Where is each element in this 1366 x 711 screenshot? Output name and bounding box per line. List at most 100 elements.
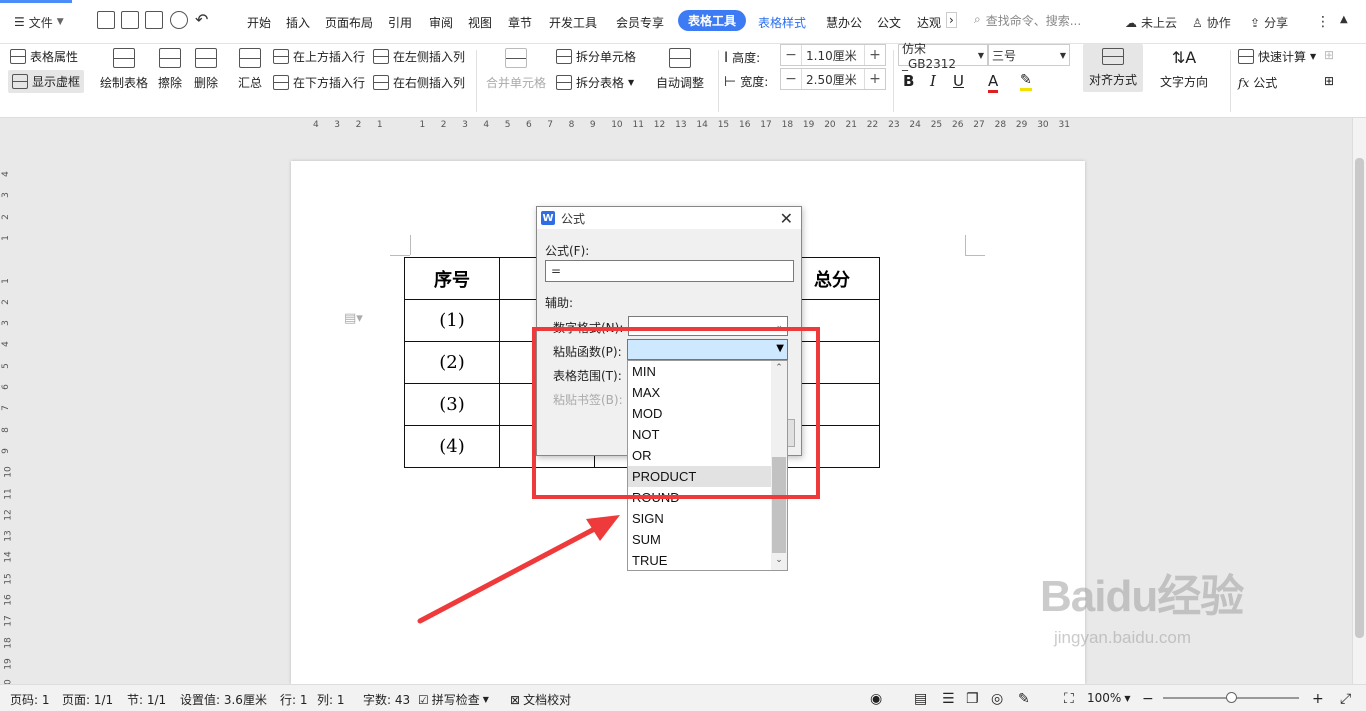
plus-icon[interactable]: + [865, 71, 885, 87]
tab-page-layout[interactable]: 页面布局 [325, 14, 373, 31]
undo-icon[interactable]: ↶ [195, 10, 208, 29]
table-cell[interactable]: (1) [404, 299, 500, 342]
quick-calc-button[interactable]: 快速计算 ▼ [1238, 48, 1316, 65]
dialog-titlebar[interactable]: W 公式 [537, 207, 801, 229]
reading-view-icon[interactable]: ❐ [966, 691, 979, 707]
show-gridlines-button[interactable]: 显示虚框 [8, 70, 85, 93]
save-icon[interactable] [97, 11, 115, 29]
font-size-select[interactable]: 三号 ▼ [988, 44, 1070, 66]
collab-button[interactable]: ♙ 协作 [1192, 14, 1231, 31]
zoom-in-icon[interactable]: + [1312, 691, 1324, 707]
more-ribbon-icon[interactable]: ⊞ [1324, 48, 1334, 62]
page-number[interactable]: 页码: 1 [10, 691, 50, 708]
tab-insert[interactable]: 插入 [286, 14, 310, 31]
web-view-icon[interactable]: ◎ [991, 691, 1003, 707]
function-option[interactable]: TRUE [628, 550, 772, 571]
underline-button[interactable]: U [953, 72, 964, 90]
spell-check-button[interactable]: ☑ 拼写检查 ▼ [418, 691, 489, 708]
hamburger-icon: ☰ [14, 15, 25, 29]
minus-icon[interactable]: − [781, 71, 801, 87]
tab-table-tools[interactable]: 表格工具 [678, 10, 747, 31]
font-family-select[interactable]: 仿宋_GB2312 ▼ [898, 42, 988, 71]
more-ribbon-icon-2[interactable]: ⊞ [1324, 74, 1334, 88]
word-count[interactable]: 字数: 43 [363, 691, 410, 708]
scrollbar-thumb[interactable] [1355, 158, 1364, 638]
collapse-ribbon-icon[interactable]: ▲ [1340, 14, 1348, 25]
scroll-down-icon[interactable]: ⌄ [771, 555, 787, 565]
tab-gongwen[interactable]: 公文 [877, 14, 901, 31]
bold-button[interactable]: B [903, 72, 914, 90]
merge-cells-button[interactable]: 合并单元格 [486, 48, 546, 91]
page-view-icon[interactable]: ▤ [914, 691, 927, 707]
plus-icon[interactable]: + [865, 47, 885, 63]
row-height-stepper[interactable]: − 1.10厘米 + [780, 44, 886, 66]
command-search[interactable]: ⌕ 查找命令、搜索... [974, 12, 1081, 29]
tab-table-style[interactable]: 表格样式 [758, 14, 806, 31]
zoom-out-icon[interactable]: − [1142, 691, 1154, 707]
preview-icon[interactable] [170, 11, 188, 29]
font-color-button[interactable]: A [988, 72, 999, 93]
minus-icon[interactable]: − [781, 47, 801, 63]
zoom-level[interactable]: 100% ▼ [1087, 691, 1130, 705]
table-properties-button[interactable]: 表格属性 [10, 48, 78, 65]
tab-chapter[interactable]: 章节 [508, 14, 532, 31]
vertical-scrollbar[interactable] [1352, 118, 1366, 684]
close-icon[interactable]: ✕ [780, 209, 793, 228]
tab-scroll-right-icon[interactable]: › [946, 12, 957, 28]
proofread-button[interactable]: ⊠ 文档校对 [510, 691, 571, 708]
vertical-ruler[interactable]: 43211234567891011121314151617181920 [0, 134, 16, 691]
ruler-tick: 6 [526, 120, 532, 130]
setting-value[interactable]: 设置值: 3.6厘米 [180, 691, 267, 708]
paragraph-handle-icon[interactable]: ▤▾ [344, 311, 363, 326]
zoom-slider-handle[interactable] [1226, 692, 1237, 703]
file-menu[interactable]: ☰ 文件 ▼ [14, 13, 64, 31]
italic-button[interactable]: I [930, 72, 936, 90]
horizontal-ruler[interactable]: 4 3 2 1 1 2 3 4 5 6 7 8 9 10 11 12 13 14 15 16 17 18 19 20 21 22 2… [0, 118, 1352, 134]
tab-start[interactable]: 开始 [247, 14, 271, 31]
ruler-tick: 5 [0, 362, 11, 369]
auto-fit-button[interactable]: 自动调整 [656, 48, 704, 91]
table-cell[interactable]: (3) [404, 383, 500, 426]
ruler-tick: 1 [419, 120, 426, 130]
insert-row-above-button[interactable]: 在上方插入行 [273, 48, 365, 65]
table-cell[interactable]: 序号 [404, 257, 500, 300]
export-icon[interactable] [121, 11, 139, 29]
fullscreen-icon[interactable]: ⤢ [1340, 691, 1351, 707]
split-cells-button[interactable]: 拆分单元格 [556, 48, 636, 65]
table-cell[interactable]: (2) [404, 341, 500, 384]
align-button[interactable]: 对齐方式 [1083, 44, 1144, 92]
summary-button[interactable]: 汇总 [238, 48, 262, 91]
draw-table-button[interactable]: 绘制表格 [100, 48, 148, 91]
outline-view-icon[interactable]: ☰ [942, 691, 955, 707]
edit-icon[interactable]: ✎ [1018, 691, 1030, 707]
tab-daguan[interactable]: 达观 [917, 14, 941, 31]
highlight-icon[interactable]: ✎ [1020, 72, 1032, 91]
insert-col-right-button[interactable]: 在右侧插入列 [373, 74, 465, 91]
formula-button[interactable]: fx 公式 [1238, 74, 1277, 91]
function-option[interactable]: SUM [628, 529, 772, 550]
col-width-stepper[interactable]: − 2.50厘米 + [780, 68, 886, 90]
function-option[interactable]: SIGN [628, 508, 772, 529]
eye-icon[interactable]: ◉ [870, 691, 882, 707]
page-count[interactable]: 页面: 1/1 [62, 691, 113, 708]
insert-row-below-button[interactable]: 在下方插入行 [273, 74, 365, 91]
tab-huibangong[interactable]: 慧办公 [826, 14, 862, 31]
split-table-button[interactable]: 拆分表格 ▼ [556, 74, 634, 91]
delete-button[interactable]: 删除 [194, 48, 218, 91]
fit-page-icon[interactable]: ⛶ [1064, 691, 1074, 707]
text-direction-button[interactable]: ⇅A 文字方向 [1160, 48, 1208, 90]
tab-review[interactable]: 审阅 [429, 14, 453, 31]
cloud-button[interactable]: ☁ 未上云 [1125, 14, 1177, 31]
share-button[interactable]: ⇪ 分享 [1250, 14, 1288, 31]
more-icon[interactable]: ⋮ [1316, 14, 1330, 30]
table-cell[interactable]: (4) [404, 425, 500, 468]
formula-input[interactable]: = [545, 260, 794, 282]
erase-button[interactable]: 擦除 [158, 48, 182, 91]
tab-references[interactable]: 引用 [388, 14, 412, 31]
tab-view[interactable]: 视图 [468, 14, 492, 31]
section-info[interactable]: 节: 1/1 [127, 691, 166, 708]
tab-member[interactable]: 会员专享 [616, 14, 664, 31]
print-icon[interactable] [145, 11, 163, 29]
insert-col-left-button[interactable]: 在左侧插入列 [373, 48, 465, 65]
tab-dev-tools[interactable]: 开发工具 [549, 14, 597, 31]
